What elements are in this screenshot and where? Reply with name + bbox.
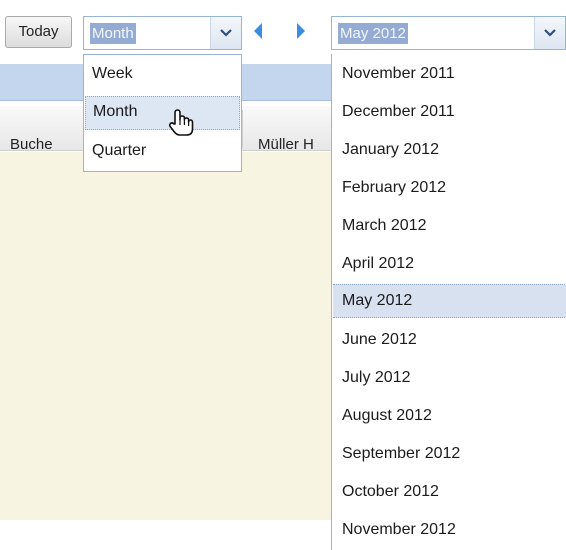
period-select-trigger[interactable] [534,17,565,49]
view-select[interactable]: Month [83,16,242,50]
header-cell-buche[interactable]: Buche [10,136,53,153]
menu-item-period[interactable]: November 2012 [333,514,566,548]
period-dropdown-menu: November 2011 December 2011 January 2012… [331,54,566,550]
menu-item-period[interactable]: February 2012 [333,172,566,206]
menu-item-period[interactable]: June 2012 [333,324,566,358]
menu-item-period[interactable]: September 2012 [333,438,566,472]
menu-item-period[interactable]: October 2012 [333,476,566,510]
menu-item-period[interactable]: August 2012 [333,400,566,434]
header-divider [242,110,243,148]
menu-item-period-selected[interactable]: May 2012 [333,284,566,318]
hand-cursor-icon [168,109,194,136]
menu-item-quarter[interactable]: Quarter [85,135,240,169]
menu-item-period[interactable]: April 2012 [333,248,566,282]
menu-item-period[interactable]: January 2012 [333,134,566,168]
menu-item-period[interactable]: July 2012 [333,362,566,396]
menu-item-period[interactable]: March 2012 [333,210,566,244]
period-select[interactable]: May 2012 [331,16,566,50]
chevron-down-icon [544,29,556,37]
view-select-value: Month [90,23,136,44]
toolbar: Today Month May 2012 [0,0,566,60]
menu-item-period[interactable]: December 2011 [333,96,566,130]
menu-item-period[interactable]: November 2011 [333,58,566,92]
triangle-right-icon[interactable] [294,21,308,41]
today-button[interactable]: Today [5,16,72,48]
header-cell-mueller[interactable]: Müller H [258,136,314,153]
period-select-value: May 2012 [338,23,408,44]
triangle-left-icon[interactable] [251,21,265,41]
calendar-content [0,152,332,520]
menu-item-week[interactable]: Week [85,58,240,92]
chevron-down-icon [220,29,232,37]
menu-item-month[interactable]: Month [85,96,240,130]
view-select-trigger[interactable] [210,17,241,49]
view-dropdown-menu: Week Month Quarter [83,54,242,172]
